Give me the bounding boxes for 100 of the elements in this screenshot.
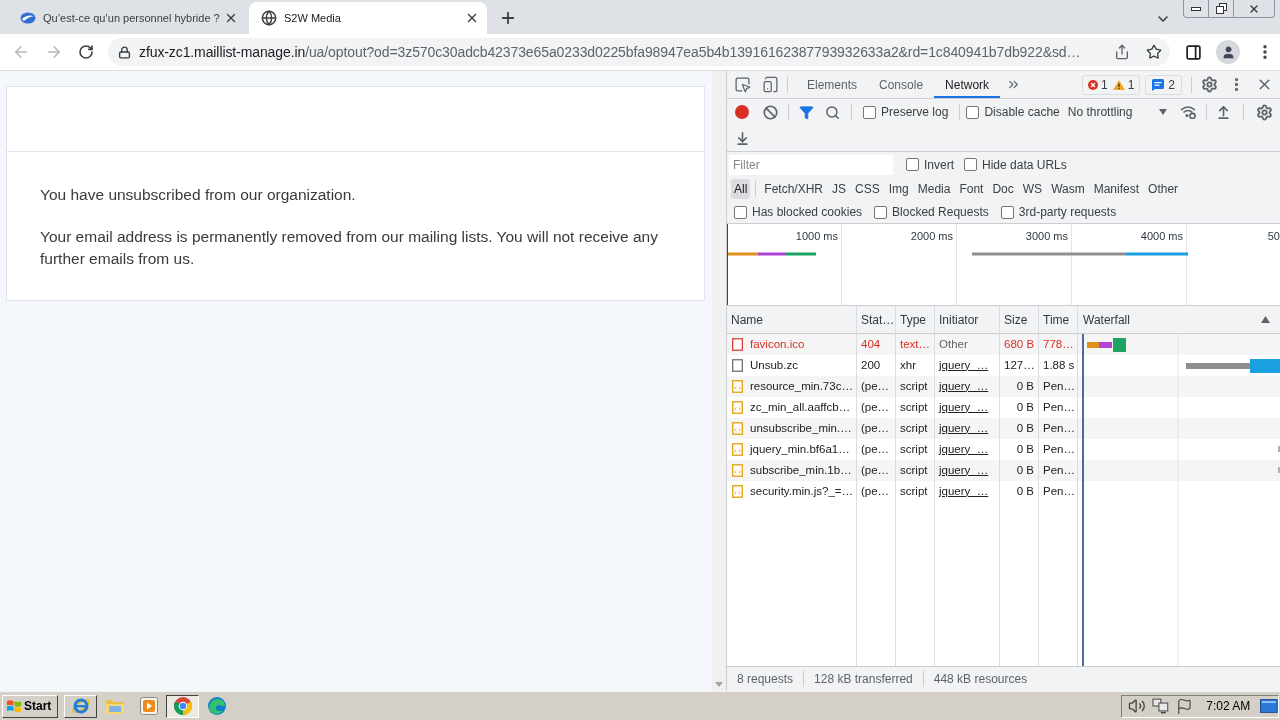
devtools-tab[interactable]: Elements [796, 71, 869, 98]
swirl-logo-icon[interactable] [206, 696, 227, 716]
play-icon[interactable] [139, 697, 158, 715]
filter-icon[interactable] [798, 104, 814, 120]
side-panel-icon[interactable] [1185, 43, 1202, 61]
request-name[interactable]: jquery_min.bf6a1… [750, 440, 850, 459]
type-filter-button[interactable]: Wasm [1048, 179, 1088, 199]
request-name[interactable]: security.min.js?_=… [750, 482, 853, 501]
messages-badge[interactable]: 2 [1145, 74, 1182, 95]
taskbar-button[interactable] [166, 694, 199, 718]
size-cell-text: 0 B [1016, 483, 1034, 499]
minimize-icon [1191, 6, 1201, 11]
initiator-link[interactable]: jquery_… [939, 398, 989, 417]
devices-icon[interactable] [761, 76, 779, 93]
checkbox[interactable] [874, 205, 888, 219]
type-filter-button[interactable]: Doc [989, 179, 1017, 199]
checkbox-label[interactable]: Blocked Requests [892, 203, 989, 221]
checkbox-label[interactable]: Invert [924, 155, 954, 174]
type-filter-button[interactable]: Font [956, 179, 987, 199]
checkbox-label[interactable]: 3rd-party requests [1018, 203, 1117, 221]
file-icon [732, 359, 743, 372]
start-button[interactable]: Start [2, 694, 58, 718]
type-filter-button[interactable]: Img [885, 179, 912, 199]
file-icon [732, 338, 743, 351]
settings-icon[interactable] [1255, 103, 1273, 121]
devtools-tab[interactable]: Console [868, 71, 935, 98]
volume-icon[interactable] [1128, 697, 1146, 715]
column-header[interactable]: Type [896, 306, 934, 334]
type-filter-button[interactable]: JS [829, 179, 850, 199]
avatar-icon[interactable] [1216, 40, 1240, 64]
checkbox-label[interactable]: Disable cache [984, 103, 1060, 121]
new-tab-icon[interactable] [499, 9, 517, 27]
throttling-select[interactable]: No throttling [1067, 103, 1167, 121]
summary-text: 8 requests [737, 671, 794, 688]
type-filter-button[interactable]: Manifest [1090, 179, 1143, 199]
checkbox-label[interactable]: Hide data URLs [982, 155, 1067, 174]
request-name[interactable]: Unsub.zc [750, 356, 798, 375]
lock-icon[interactable] [118, 45, 131, 59]
pointer-in-box-icon[interactable] [733, 76, 751, 93]
type-filter-button[interactable]: CSS [852, 179, 883, 199]
close-icon[interactable] [224, 11, 238, 25]
upload-icon[interactable] [1215, 104, 1231, 120]
settings-icon[interactable] [1200, 76, 1218, 93]
checkbox[interactable] [863, 105, 876, 119]
tick-label: 50 [1267, 229, 1280, 244]
issues-badge[interactable]: 1 1 [1081, 74, 1141, 95]
checkbox[interactable] [906, 158, 919, 171]
initiator-link[interactable]: jquery_… [939, 356, 989, 375]
summary-text: 128 kB transferred [814, 671, 913, 688]
message-icon [1152, 78, 1165, 91]
checkbox[interactable] [964, 158, 977, 171]
scrollbar[interactable] [712, 71, 726, 691]
checkbox[interactable] [734, 205, 747, 219]
wifi-gear-icon[interactable] [1180, 105, 1196, 119]
type-filter-button[interactable]: All [731, 179, 751, 199]
address-bar[interactable]: zfux-zc1.maillist-manage.in/ua/optout?od=3z570c30adcb42373e65a0233d0225bfa98947ea5b4b13916162387793932633a2&rd=1c840941b7db922&sd… [108, 38, 1170, 66]
close-icon[interactable] [465, 11, 479, 25]
browser-tab[interactable]: S2W Media [249, 2, 487, 34]
network-icon[interactable] [1151, 698, 1170, 714]
record-icon[interactable] [735, 105, 749, 119]
ban-icon[interactable] [762, 104, 778, 120]
initiator-link[interactable]: jquery_… [939, 482, 989, 501]
request-name[interactable]: zc_min_all.aaffcb… [750, 398, 851, 417]
type-filter-button[interactable]: WS [1019, 179, 1046, 199]
ring-logo-icon[interactable] [172, 696, 193, 716]
share-icon[interactable] [1114, 44, 1130, 60]
type-filter-button[interactable]: Fetch/XHR [761, 179, 827, 199]
search-icon[interactable] [824, 104, 840, 120]
checkbox[interactable] [1000, 205, 1014, 219]
sort-up-icon[interactable] [1261, 316, 1270, 323]
show-desktop-icon[interactable] [1260, 699, 1278, 713]
filter-field[interactable]: Filter [729, 154, 893, 175]
size-cell-text: 0 B [1016, 441, 1034, 457]
bookmark-star-icon[interactable] [1146, 44, 1162, 60]
checkbox-label[interactable]: Preserve log [881, 103, 949, 121]
column-header[interactable]: Time [1039, 306, 1077, 334]
type-cell-text: script [900, 420, 928, 436]
download-icon[interactable] [734, 130, 750, 146]
column-header[interactable]: Waterfall [1083, 310, 1130, 329]
status-cell-text: 404 [861, 336, 881, 352]
column-header[interactable]: Size [1000, 306, 1038, 334]
initiator-link[interactable]: jquery_… [939, 440, 989, 459]
checkbox[interactable] [966, 105, 980, 119]
status-cell-text: (pe… [861, 420, 890, 436]
column-header[interactable]: Stat… [857, 306, 895, 334]
flag-icon[interactable] [1176, 697, 1194, 715]
column-header[interactable]: Name [727, 306, 856, 334]
type-cell-text: xhr [900, 357, 916, 373]
time-cell-text: Pen… [1043, 462, 1075, 478]
checkbox-label[interactable]: Has blocked cookies [752, 203, 863, 221]
type-cell-text: script [900, 399, 928, 415]
column-header[interactable]: Initiator [935, 306, 999, 334]
script-file-icon [732, 422, 743, 435]
type-filter-button[interactable]: Other [1145, 179, 1182, 199]
type-filter-button[interactable]: Media [914, 179, 954, 199]
reload-icon[interactable] [78, 44, 94, 60]
time-cell-text: Pen… [1043, 399, 1075, 415]
script-file-icon [732, 464, 743, 477]
devtools-tab[interactable]: Network [934, 71, 1001, 98]
size-cell-text: 0 B [1016, 378, 1034, 394]
